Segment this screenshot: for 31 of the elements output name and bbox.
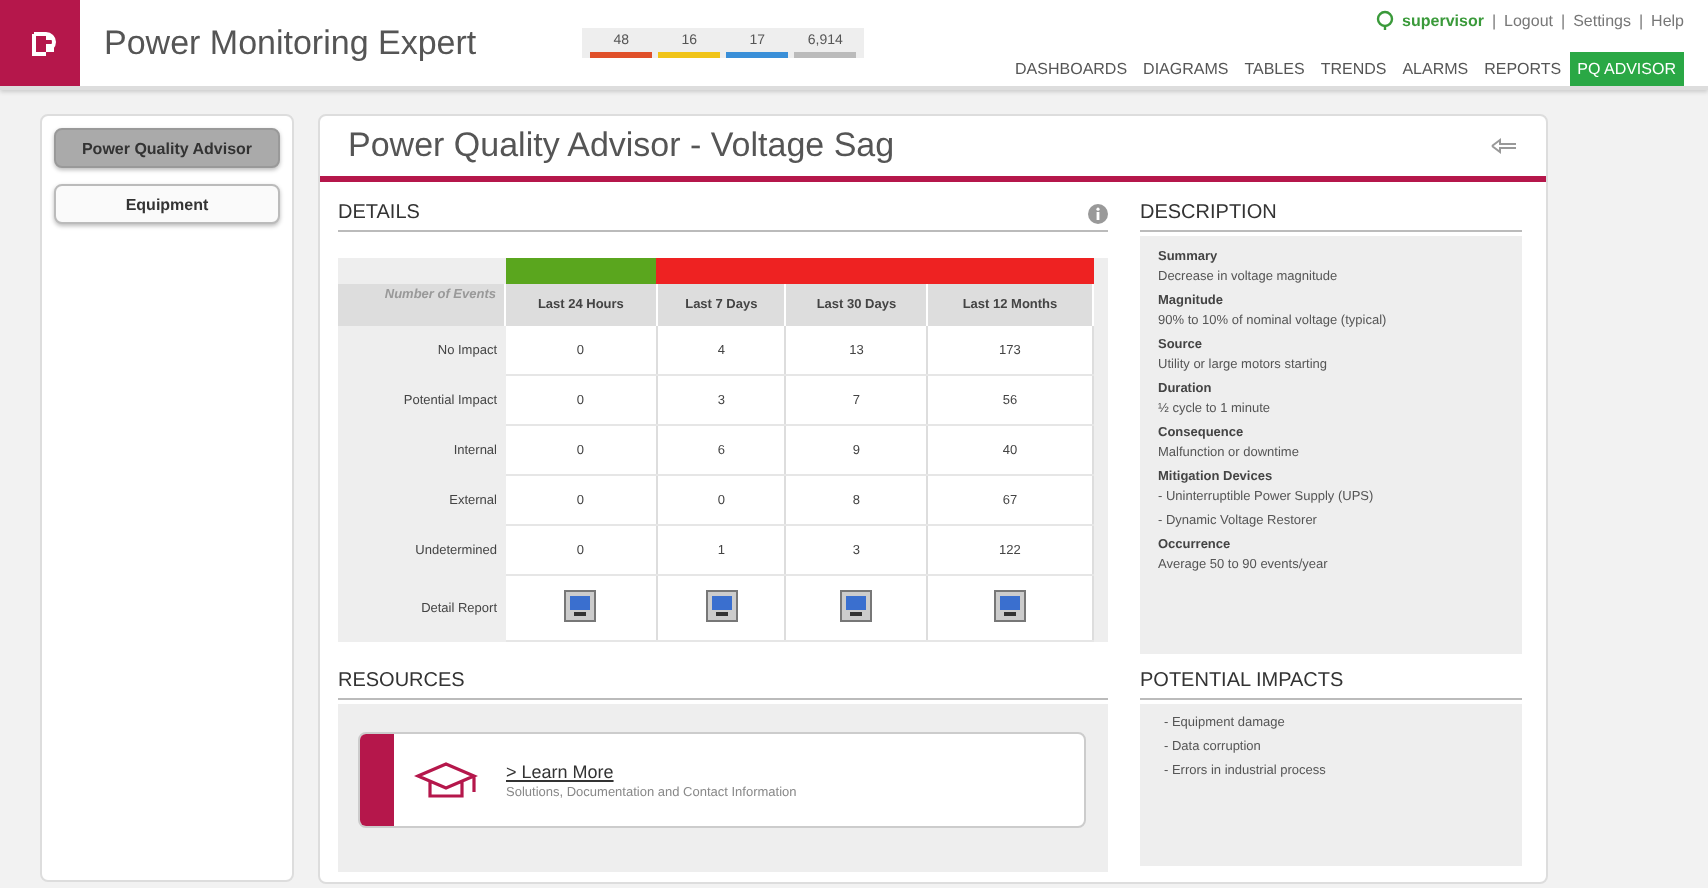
app-title: Power Monitoring Expert: [104, 23, 477, 63]
nav-tab[interactable]: ALARMS: [1394, 52, 1477, 86]
separator: |: [1638, 12, 1644, 30]
report-icon[interactable]: [705, 590, 738, 622]
accent-strip: [360, 734, 394, 826]
header-link[interactable]: Settings: [1573, 12, 1631, 30]
separator: |: [1491, 12, 1497, 30]
nav-tab[interactable]: REPORTS: [1476, 52, 1570, 86]
section-title: POTENTIAL IMPACTS: [1140, 670, 1344, 692]
learn-more-link[interactable]: > Learn More: [506, 761, 797, 781]
header-link[interactable]: Help: [1651, 12, 1684, 30]
header-link[interactable]: Logout: [1504, 12, 1553, 30]
sidebar-item[interactable]: Power Quality Advisor: [54, 128, 280, 168]
section-title: RESOURCES: [338, 670, 465, 692]
nav-tab[interactable]: DIAGRAMS: [1135, 52, 1237, 86]
page-title: Power Quality Advisor - Voltage Sag: [348, 126, 895, 166]
back-arrow-icon[interactable]: [1490, 136, 1518, 156]
user-name[interactable]: supervisor: [1402, 12, 1484, 30]
report-icon[interactable]: [993, 590, 1026, 622]
info-icon[interactable]: [1088, 203, 1108, 223]
separator: |: [1560, 12, 1566, 30]
nav-tab[interactable]: TABLES: [1236, 52, 1313, 86]
report-icon[interactable]: [840, 590, 873, 622]
report-icon[interactable]: [564, 590, 597, 622]
section-title: DETAILS: [338, 202, 420, 224]
graduation-cap-icon: [414, 760, 478, 800]
nav-tab[interactable]: TRENDS: [1312, 52, 1395, 86]
sidebar-item[interactable]: Equipment: [54, 184, 280, 224]
nav-tab[interactable]: DASHBOARDS: [1007, 52, 1136, 86]
section-title: DESCRIPTION: [1140, 202, 1277, 224]
user-icon: [1376, 10, 1395, 32]
